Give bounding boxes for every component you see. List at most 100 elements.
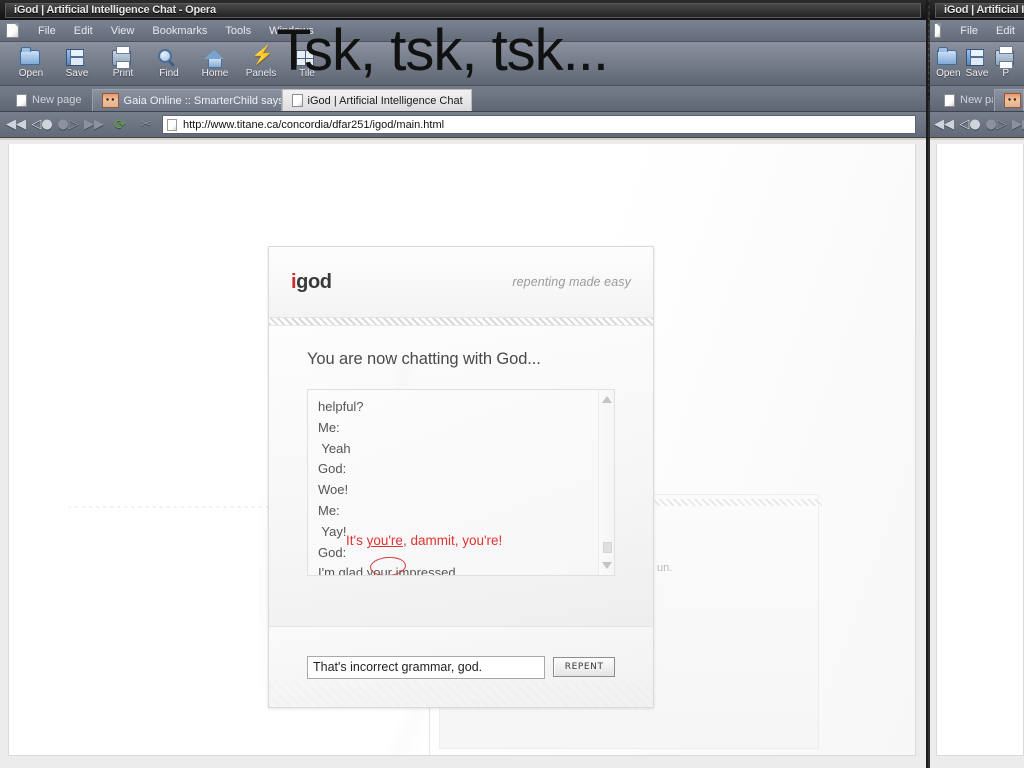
chat-line: God: [318, 461, 347, 477]
toolbar-button-save-right[interactable]: Save [963, 45, 992, 79]
scroll-down-arrow-icon[interactable] [602, 562, 612, 569]
tab-igod[interactable]: iGod | Artificial Intelligence Chat [281, 89, 472, 111]
document-icon [6, 23, 19, 38]
annotation-prefix: It's [346, 533, 367, 548]
tab-new-page-right[interactable]: New page [934, 89, 994, 111]
back-icon[interactable]: ◁● [31, 116, 52, 134]
caption-overlay: Tsk, tsk, tsk... [276, 18, 609, 83]
tab-label: Gaia Online :: SmarterChild says... [123, 94, 282, 107]
menu-item-view[interactable]: View [102, 23, 144, 39]
tab-label-right: New page [960, 94, 993, 106]
window-titlebar-right[interactable]: iGod | Artificial In [930, 0, 1024, 20]
igod-stripe-divider [269, 317, 653, 326]
toolbar-label-save: Save [65, 68, 89, 79]
chat-title: You are now chatting with God... [307, 350, 541, 368]
menu-item-file[interactable]: File [29, 23, 65, 39]
page-canvas: un. igod repenting made easy You are now… [8, 144, 916, 756]
magnifier-icon [158, 47, 180, 67]
floppy-disk-icon [966, 47, 988, 67]
avatar-icon [1003, 93, 1021, 108]
chat-line: Woe! [318, 482, 349, 498]
reload-icon[interactable]: ⟳ [110, 116, 130, 134]
toolbar-button-print-right[interactable]: P [991, 45, 1020, 79]
menu-item-tools[interactable]: Tools [216, 23, 260, 39]
toolbar-label-open-right: Open [936, 68, 961, 79]
blank-page-icon [944, 93, 955, 107]
page-canvas-right [936, 144, 1024, 756]
menubar-right: File Edit [930, 20, 1024, 42]
page-viewport-right [930, 140, 1024, 768]
igod-logo: igod [291, 271, 332, 294]
fast-forward-icon-right[interactable]: ▶▶ [1012, 116, 1024, 134]
annotation-underlined: you're [366, 533, 403, 548]
window-title: iGod | Artificial Intelligence Chat - Op… [14, 4, 216, 16]
home-icon [204, 47, 226, 68]
opera-main-window: iGod | Artificial Intelligence Chat - Op… [0, 0, 928, 768]
red-annotation-text: It's you're, dammit, you're! [346, 533, 502, 548]
logo-rest: god [296, 270, 332, 293]
fast-forward-icon[interactable]: ▶▶ [84, 116, 104, 134]
toolbar-button-open-right[interactable]: Open [934, 45, 963, 79]
igod-card: igod repenting made easy You are now cha… [268, 246, 654, 708]
menu-item-edit-right[interactable]: Edit [987, 23, 1024, 39]
chat-line: Me: [318, 419, 340, 435]
tab-label: iGod | Artificial Intelligence Chat [307, 94, 463, 107]
fast-back-icon-right[interactable]: ◀◀ [934, 116, 954, 134]
forward-icon[interactable]: ●▷ [57, 116, 78, 134]
menu-item-file-right[interactable]: File [951, 23, 987, 39]
toolbar-label-open: Open [18, 68, 44, 79]
window-titlebar[interactable]: iGod | Artificial Intelligence Chat - Op… [0, 0, 926, 20]
tab-gaia-online[interactable]: Gaia Online :: SmarterChild says... [91, 89, 282, 111]
page-viewport: un. igod repenting made easy You are now… [0, 140, 926, 768]
chat-lines: helpful? Me: Yeah God: Woe! Me: Yay! God… [308, 390, 614, 576]
page-icon [167, 118, 177, 131]
forward-icon-right[interactable]: ●▷ [985, 116, 1006, 134]
tab-new-page[interactable]: New page [6, 89, 92, 111]
chat-transcript-box[interactable]: helpful? Me: Yeah God: Woe! Me: Yay! God… [307, 389, 615, 576]
titlebar-inner-right: iGod | Artificial In [935, 2, 1024, 18]
menu-item-bookmarks[interactable]: Bookmarks [143, 23, 216, 39]
chat-message-input[interactable] [307, 655, 546, 679]
repent-submit-button[interactable]: REPENT [553, 657, 615, 677]
avatar-icon [101, 93, 119, 108]
titlebar-inner: iGod | Artificial Intelligence Chat - Op… [5, 2, 921, 18]
igod-header: igod repenting made easy [269, 247, 653, 317]
toolbar-button-home[interactable]: Home [192, 45, 238, 79]
igod-footer: REPENT [269, 626, 653, 707]
addressbar-right: ◀◀ ◁● ●▷ ▶▶ [930, 112, 1024, 138]
background-text: un. [657, 562, 673, 574]
toolbar-label-save-right: Save [965, 68, 989, 79]
toolbar-button-save[interactable]: Save [54, 45, 100, 79]
lightning-icon [250, 46, 273, 67]
fast-back-icon[interactable]: ◀◀ [6, 116, 26, 134]
tab-gaia-right[interactable] [993, 89, 1024, 111]
toolbar-button-find[interactable]: Find [146, 45, 192, 79]
home-nav-icon[interactable]: ✂ [136, 116, 156, 134]
blank-page-icon [291, 94, 303, 107]
chat-line: Me: [318, 502, 340, 518]
scrollbar-thumb[interactable] [603, 542, 612, 553]
opera-secondary-window[interactable]: iGod | Artificial In File Edit Open Save… [930, 0, 1024, 768]
toolbar-label-print-right: P [1002, 68, 1010, 79]
addressbar: ◀◀ ◁● ●▷ ▶▶ ⟳ ✂ http://www.titane.ca/con… [0, 112, 926, 138]
window-title-right: iGod | Artificial In [944, 4, 1024, 16]
tab-label: New page [32, 94, 82, 106]
scroll-up-arrow-icon[interactable] [602, 396, 612, 403]
tabbar-right: New page [930, 86, 1024, 112]
url-text: http://www.titane.ca/concordia/dfar251/i… [183, 118, 445, 131]
menu-item-edit[interactable]: Edit [65, 23, 102, 39]
back-icon-right[interactable]: ◁● [959, 116, 980, 134]
address-input[interactable]: http://www.titane.ca/concordia/dfar251/i… [162, 115, 916, 134]
floppy-disk-icon [66, 47, 88, 67]
chat-line: I'm glad your impressed, . [318, 565, 467, 576]
printer-icon [994, 46, 1017, 69]
toolbar-right: Open Save P [930, 42, 1024, 86]
igod-tagline: repenting made easy [512, 275, 631, 289]
toolbar-button-open[interactable]: Open [8, 45, 54, 79]
toolbar-label-home: Home [201, 68, 229, 79]
tabbar: New page Gaia Online :: SmarterChild say… [0, 86, 926, 112]
chat-line: helpful? [318, 399, 364, 414]
chat-scrollbar[interactable] [598, 390, 614, 575]
toolbar-button-print[interactable]: Print [100, 45, 146, 79]
chat-line: Yeah [318, 440, 351, 456]
